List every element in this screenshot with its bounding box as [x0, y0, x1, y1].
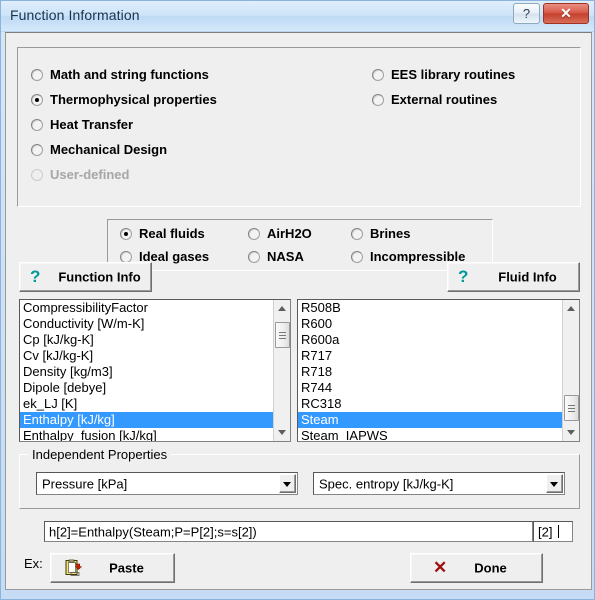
radio-dot-icon [120, 228, 132, 240]
independent-property-2-combo[interactable]: Spec. entropy [kJ/kg-K] [313, 472, 565, 495]
scroll-down-arrow-icon[interactable] [563, 424, 579, 441]
paste-button[interactable]: Paste [50, 553, 175, 583]
radio-label: Thermophysical properties [50, 92, 217, 107]
fluid-info-button[interactable]: ? Fluid Info [447, 262, 580, 292]
independent-property-1-value: Pressure [kPa] [42, 476, 128, 491]
close-button[interactable]: ✕ [543, 3, 589, 24]
done-label: Done [474, 560, 507, 576]
radio-dot-icon [31, 169, 43, 181]
radio-dot-icon [351, 251, 363, 263]
title-bar: Function Information ? ✕ [1, 1, 594, 32]
window-title: Function Information [10, 7, 140, 23]
radio-label: AirH2O [267, 226, 312, 241]
radio-dot-icon [31, 94, 43, 106]
radio-label: Real fluids [139, 226, 205, 241]
scrollbar-thumb[interactable] [275, 322, 290, 348]
radio-label: Math and string functions [50, 67, 209, 82]
close-icon: ✕ [560, 5, 572, 21]
property-list-item-selected[interactable]: Enthalpy [kJ/kg] [20, 412, 273, 428]
independent-property-2-value: Spec. entropy [kJ/kg-K] [319, 476, 454, 491]
help-icon: ? [522, 6, 531, 21]
function-category-panel: Math and string functions Thermophysical… [17, 47, 581, 207]
function-information-window: Function Information ? ✕ Math and string… [0, 0, 595, 600]
independent-properties-title: Independent Properties [28, 447, 172, 462]
text-caret [558, 525, 559, 538]
property-listbox[interactable]: CompressibilityFactor Conductivity [W/m-K… [19, 299, 291, 442]
radio-dot-icon [248, 251, 260, 263]
example-label: Ex: [24, 556, 43, 571]
radio-dot-icon [372, 94, 384, 106]
example-expression-field[interactable]: h[2]=Enthalpy(Steam;P=P[2];s=s[2]) [44, 521, 533, 542]
property-list-item[interactable]: Enthalpy_fusion [kJ/kg] [20, 428, 273, 441]
independent-properties-group: Independent Properties Pressure [kPa] Sp… [19, 447, 580, 509]
property-list-item[interactable]: CompressibilityFactor [20, 300, 273, 316]
radio-dot-icon [31, 69, 43, 81]
fluid-list-scrollbar[interactable] [562, 300, 579, 441]
fluid-list-item[interactable]: Steam_IAPWS [298, 428, 562, 441]
scroll-up-arrow-icon[interactable] [563, 300, 579, 317]
radio-label: External routines [391, 92, 498, 107]
example-index-field[interactable]: [2] [533, 521, 573, 542]
fluid-list-item[interactable]: R600a [298, 332, 562, 348]
chevron-down-icon[interactable] [546, 474, 563, 493]
property-list-item[interactable]: Conductivity [W/m-K] [20, 316, 273, 332]
radio-label: User-defined [50, 167, 130, 182]
property-list-item[interactable]: Dipole [debye] [20, 380, 273, 396]
property-list-item[interactable]: Density [kg/m3] [20, 364, 273, 380]
radio-label: NASA [267, 249, 304, 264]
dialog-client-area: Math and string functions Thermophysical… [5, 32, 592, 590]
radio-dot-icon [351, 228, 363, 240]
fluid-list-item[interactable]: R600 [298, 316, 562, 332]
question-mark-icon: ? [458, 267, 469, 286]
help-button[interactable]: ? [513, 3, 540, 24]
radio-label: Heat Transfer [50, 117, 134, 132]
fluid-info-label: Fluid Info [498, 269, 557, 285]
radio-dot-icon [248, 228, 260, 240]
fluid-listbox[interactable]: R508B R600 R600a R717 R718 R744 RC318 Steam Stea… [297, 299, 580, 442]
fluid-list-item[interactable]: R508B [298, 300, 562, 316]
radio-dot-icon [31, 144, 43, 156]
fluid-type-panel: Real fluids AirH2O Brines Ideal gases NA… [107, 219, 493, 271]
scroll-down-arrow-icon[interactable] [274, 424, 290, 441]
chevron-down-icon[interactable] [279, 474, 296, 493]
radio-label: Brines [370, 226, 411, 241]
radio-label: EES library routines [391, 67, 516, 82]
property-list-item[interactable]: ek_LJ [K] [20, 396, 273, 412]
property-list-item[interactable]: Cv [kJ/kg-K] [20, 348, 273, 364]
radio-label: Mechanical Design [50, 142, 168, 157]
property-list-items[interactable]: CompressibilityFactor Conductivity [W/m-K… [20, 300, 273, 441]
independent-property-1-combo[interactable]: Pressure [kPa] [36, 472, 298, 495]
property-list-item[interactable]: Cp [kJ/kg-K] [20, 332, 273, 348]
done-button[interactable]: ✕ Done [410, 553, 543, 583]
question-mark-icon: ? [30, 267, 41, 286]
fluid-list-item-selected[interactable]: Steam [298, 412, 562, 428]
scroll-up-arrow-icon[interactable] [274, 300, 290, 317]
function-info-label: Function Info [58, 269, 141, 285]
fluid-list-item[interactable]: R718 [298, 364, 562, 380]
scrollbar-thumb[interactable] [564, 395, 579, 421]
example-index-value: [2] [538, 524, 553, 539]
radio-dot-icon [31, 119, 43, 131]
paste-label: Paste [109, 560, 144, 576]
fluid-list-item[interactable]: R717 [298, 348, 562, 364]
example-expression-value: h[2]=Enthalpy(Steam;P=P[2];s=s[2]) [49, 524, 257, 539]
property-list-scrollbar[interactable] [273, 300, 290, 441]
function-info-button[interactable]: ? Function Info [19, 262, 152, 292]
fluid-list-item[interactable]: RC318 [298, 396, 562, 412]
fluid-list-items[interactable]: R508B R600 R600a R717 R718 R744 RC318 Steam Stea… [298, 300, 562, 441]
fluid-list-item[interactable]: R744 [298, 380, 562, 396]
radio-dot-icon [372, 69, 384, 81]
